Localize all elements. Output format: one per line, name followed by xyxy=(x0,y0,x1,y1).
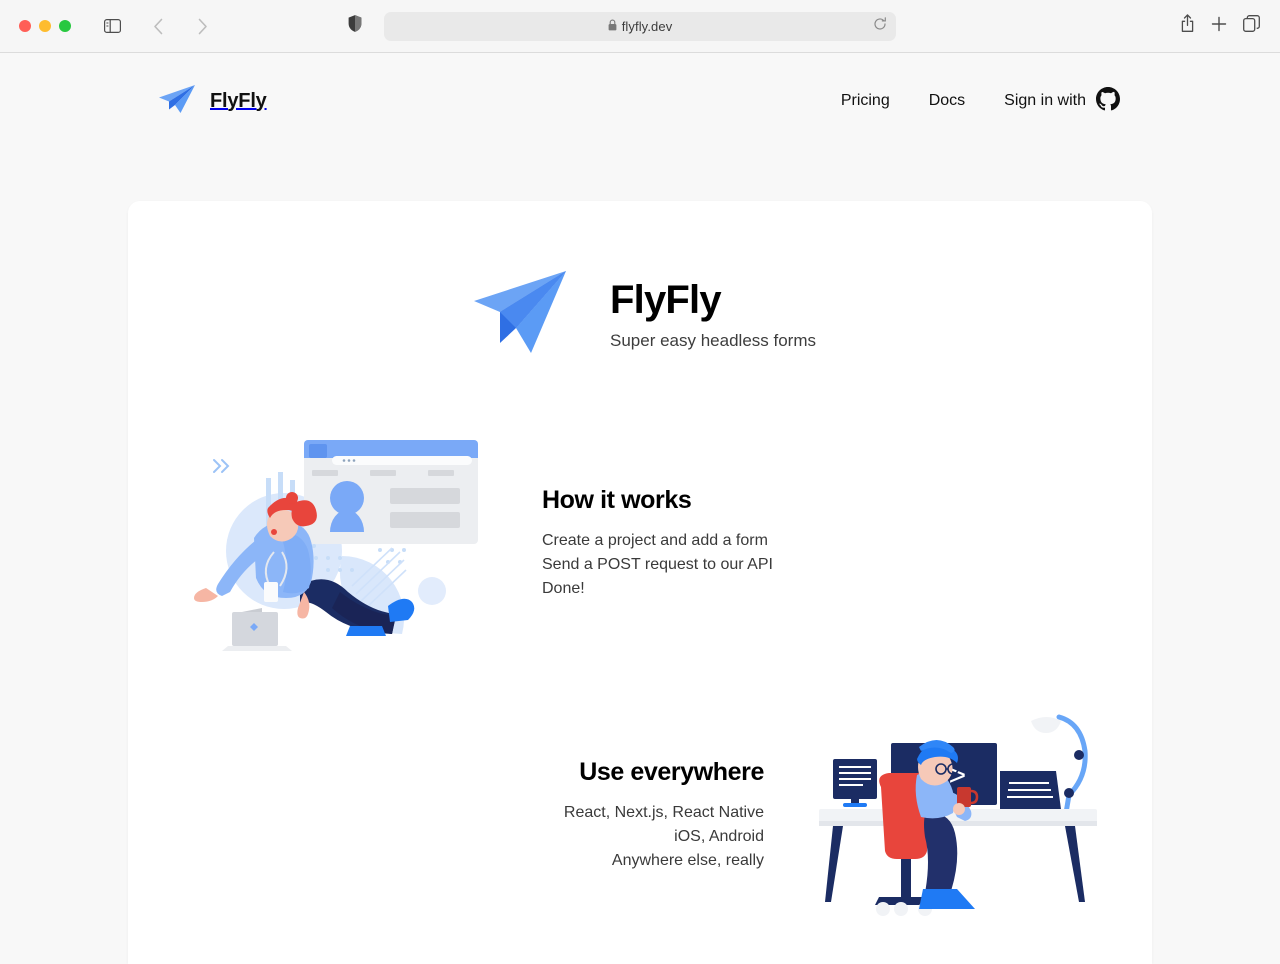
forward-button[interactable] xyxy=(187,13,217,39)
feature-line: React, Next.js, React Native xyxy=(563,804,764,821)
nav-pricing[interactable]: Pricing xyxy=(841,92,890,110)
zoom-window-button[interactable] xyxy=(59,20,71,32)
feature-line: Create a project and add a form xyxy=(542,532,768,549)
lock-icon xyxy=(608,18,617,36)
sidebar-toggle-button[interactable] xyxy=(97,13,127,39)
minimize-window-button[interactable] xyxy=(39,20,51,32)
feature-title: How it works xyxy=(542,486,692,514)
feature-line: Done! xyxy=(542,580,585,597)
feature-title: Use everywhere xyxy=(579,758,764,786)
browser-toolbar: flyfly.dev xyxy=(0,0,1280,53)
window-traffic-lights xyxy=(19,20,71,32)
address-bar-url: flyfly.dev xyxy=(621,19,673,34)
close-window-button[interactable] xyxy=(19,20,31,32)
developer-at-desk-illustration: </> xyxy=(808,703,1108,928)
shield-icon xyxy=(348,15,362,37)
reload-icon xyxy=(873,17,887,36)
hero-title: FlyFly xyxy=(610,277,722,322)
feature-body: Create a project and add a form Send a P… xyxy=(542,529,1108,601)
sidebar-icon xyxy=(103,19,121,33)
content-card: FlyFly Super easy headless forms How it … xyxy=(128,201,1152,964)
hero-section: FlyFly Super easy headless forms xyxy=(128,201,1152,372)
tab-overview-button[interactable] xyxy=(1243,15,1260,37)
brand-logo-link[interactable]: FlyFly xyxy=(158,84,267,119)
hero-paper-plane-icon xyxy=(464,257,574,372)
feature-line: iOS, Android xyxy=(674,828,764,845)
share-button[interactable] xyxy=(1180,14,1195,38)
feature-line: Send a POST request to our API xyxy=(542,556,773,573)
forward-icon xyxy=(197,18,208,35)
github-icon xyxy=(1096,86,1120,116)
plus-icon xyxy=(1211,16,1227,36)
privacy-report-button[interactable] xyxy=(348,15,362,38)
feature-body: React, Next.js, React Native iOS, Androi… xyxy=(172,801,764,873)
back-icon xyxy=(153,18,164,35)
address-bar[interactable]: flyfly.dev xyxy=(384,12,896,41)
feature-use-everywhere: Use everywhere React, Next.js, React Nat… xyxy=(128,703,1152,928)
page-viewport: FlyFly Pricing Docs Sign in with FlyFly … xyxy=(0,53,1280,964)
paper-plane-icon xyxy=(158,84,196,119)
back-button[interactable] xyxy=(143,13,173,39)
tab-overview-icon xyxy=(1243,15,1260,36)
nav-docs[interactable]: Docs xyxy=(929,92,965,110)
share-icon xyxy=(1180,14,1195,37)
site-header: FlyFly Pricing Docs Sign in with xyxy=(0,53,1280,149)
new-tab-button[interactable] xyxy=(1211,16,1227,37)
woman-with-laptop-and-browser-window-illustration xyxy=(172,436,502,651)
sign-in-with-github-button[interactable]: Sign in with xyxy=(1004,86,1120,116)
hero-subtitle: Super easy headless forms xyxy=(610,330,816,350)
feature-line: Anywhere else, really xyxy=(611,852,764,869)
sign-in-label: Sign in with xyxy=(1004,92,1086,109)
brand-name: FlyFly xyxy=(210,89,267,112)
primary-nav: Pricing Docs Sign in with xyxy=(841,86,1120,116)
feature-how-it-works: How it works Create a project and add a … xyxy=(128,436,1152,651)
reload-button[interactable] xyxy=(870,17,890,37)
